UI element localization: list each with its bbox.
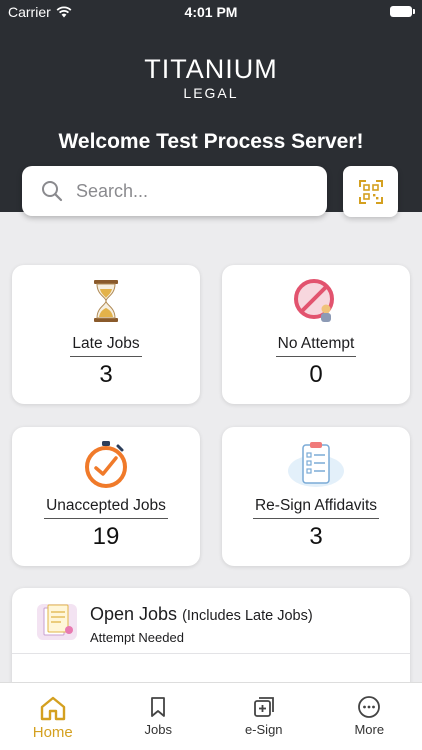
qr-scan-button[interactable] (343, 166, 398, 217)
open-jobs-icon (36, 600, 80, 647)
hourglass-icon (94, 280, 118, 322)
card-label: No Attempt (275, 335, 357, 357)
open-jobs-subtitle: Attempt Needed (90, 630, 184, 645)
status-bar: Carrier 4:01 PM (0, 0, 422, 24)
tab-bar: Home Jobs e-Sign More (0, 682, 422, 750)
e-sign-icon (253, 697, 274, 717)
card-label: Late Jobs (70, 335, 142, 357)
tab-e-sign[interactable]: e-Sign (211, 683, 317, 750)
tab-more[interactable]: More (317, 683, 422, 750)
brand-logo: TITANIUM LEGAL (0, 54, 422, 101)
card-count: 3 (99, 361, 113, 388)
more-icon (358, 696, 381, 718)
card-label: Unaccepted Jobs (44, 497, 168, 519)
card-re-sign-affidavits[interactable]: Re-Sign Affidavits 3 (222, 427, 410, 566)
brand-name: TITANIUM (144, 54, 278, 84)
card-count: 0 (309, 361, 323, 388)
card-label: Re-Sign Affidavits (252, 497, 380, 519)
clipboard-icon (288, 442, 344, 487)
open-jobs-title: Open Jobs (Includes Late Jobs) (90, 604, 313, 625)
open-jobs-title-text: Open Jobs (90, 604, 178, 624)
timer-icon (85, 441, 127, 488)
home-icon (40, 696, 65, 721)
tab-label: Home (32, 724, 73, 741)
search-icon (42, 181, 63, 202)
tab-jobs[interactable]: Jobs (106, 683, 212, 750)
tab-label: e-Sign (244, 722, 283, 737)
tab-label: More (354, 722, 385, 737)
open-jobs-note: (Includes Late Jobs) (182, 608, 313, 624)
card-count: 3 (309, 523, 323, 550)
tab-label: Jobs (144, 722, 172, 737)
search-bar[interactable] (22, 166, 327, 216)
search-input[interactable] (76, 180, 296, 202)
no-attempt-icon (294, 279, 334, 322)
card-unaccepted-jobs[interactable]: Unaccepted Jobs 19 (12, 427, 200, 566)
brand-sub: LEGAL (183, 85, 239, 101)
card-late-jobs[interactable]: Late Jobs 3 (12, 265, 200, 404)
status-time: 4:01 PM (184, 4, 238, 20)
welcome-title: Welcome Test Process Server! (58, 130, 364, 153)
tab-home[interactable]: Home (0, 683, 106, 750)
battery-icon (390, 6, 415, 17)
card-no-attempt[interactable]: No Attempt 0 (222, 265, 410, 404)
qr-scan-icon (358, 179, 383, 204)
divider (12, 653, 410, 654)
card-count: 19 (92, 523, 120, 550)
bookmark-icon (151, 697, 166, 717)
